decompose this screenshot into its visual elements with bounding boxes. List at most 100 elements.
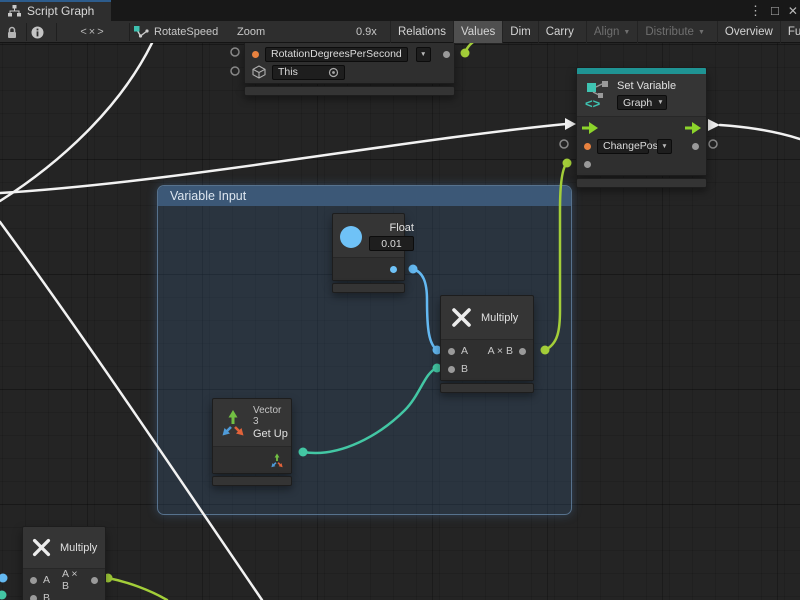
focused-tab-indicator [0,0,111,2]
zoom-label: Zoom [237,26,265,38]
value-input-port[interactable] [584,161,591,168]
align-dropdown[interactable]: Align ▼ [586,21,638,43]
node-title: Multiply [481,312,518,324]
target-field[interactable]: This [272,65,345,80]
input-b-label: B [43,592,50,600]
node-type-label: Vector 3 [253,405,288,427]
node-get-up[interactable]: Vector 3 Get Up [212,398,292,486]
group-header[interactable]: Variable Input [158,186,571,206]
output-label: A × B [488,345,513,357]
wire-white-top-left[interactable] [0,43,152,201]
tab-script-graph[interactable]: Script Graph [0,0,111,21]
variable-port[interactable] [584,143,591,150]
variable-port[interactable] [252,51,259,58]
node-set-variable[interactable]: <> Set Variable Graph ▼ [576,67,707,188]
toolbar-buttons: Relations Values Dim Carry Align ▼ Distr… [390,21,800,43]
wire-endpoint [461,49,470,58]
input-a-port[interactable] [30,577,37,584]
wire-endpoint [0,591,7,600]
vector3-output-port[interactable] [270,453,284,468]
wire-green-multiply2-out[interactable] [108,578,167,600]
get-variable-name-row: RotationDegreesPerSecond ▼ [245,45,454,63]
zoom-value: 0.9x [356,26,377,38]
values-button[interactable]: Values [453,21,502,43]
graph-breadcrumb[interactable]: RotateSpeed [134,21,218,43]
distribute-dropdown[interactable]: Distribute ▼ [637,21,712,43]
flow-input-arrow[interactable] [582,122,598,134]
port-ring[interactable] [560,140,568,148]
input-b-port[interactable] [448,366,455,373]
window-maximize-icon[interactable]: □ [771,3,779,18]
graph-toolbar: <×> RotateSpeed Zoom 0.9x Relations [0,21,800,43]
node-title: Set Variable [617,80,676,92]
code-preview-button[interactable]: <×> [60,21,126,43]
carry-button[interactable]: Carry [538,21,581,43]
node-footer [332,283,405,293]
float-output-row [333,260,404,278]
input-a-port[interactable] [448,348,455,355]
svg-text:<>: <> [585,96,601,109]
output-port[interactable] [91,577,98,584]
object-picker-icon[interactable] [328,67,339,78]
node-footer [576,178,707,188]
flow-output-arrow[interactable] [685,122,701,134]
node-title: Multiply [60,542,97,554]
lock-icon [6,26,18,39]
dim-button[interactable]: Dim [502,21,537,43]
wire-white-from-set-variable[interactable] [720,125,800,139]
output-port[interactable] [519,348,526,355]
input-b-label: B [461,363,468,375]
output-label: A × B [62,568,85,592]
window-menu-icon[interactable]: ⋮ [749,3,762,19]
chevron-down-icon: ▼ [657,99,663,106]
float-value-field[interactable]: 0.01 [369,236,414,251]
graph-hierarchy-icon [8,5,21,17]
value-output-port[interactable] [692,143,699,150]
variable-name-dropdown[interactable]: RotationDegreesPerSecond [265,47,408,62]
multiply-row-b: B [441,360,533,378]
input-b-port[interactable] [30,595,37,600]
multiply-icon [449,305,474,330]
node-multiply-2[interactable]: Multiply A A × B B [22,526,106,600]
variable-name-dropdown[interactable]: ChangePos [597,139,649,154]
flow-arrowhead-out-of-set-variable [708,119,720,131]
wire-endpoint [0,574,8,583]
lock-button[interactable] [6,21,18,43]
node-title: Float [369,222,414,234]
node-multiply[interactable]: Multiply A A × B B [440,295,534,393]
dropdown-arrow-button[interactable]: ▼ [416,47,431,62]
multiply-row-a: A A × B [23,571,105,589]
port-ring[interactable] [709,140,717,148]
value-output-port[interactable] [443,51,450,58]
script-graph-window: Script Graph ⋮ □ ✕ [0,0,800,600]
full-screen-button[interactable]: Full Screen [780,21,800,43]
get-variable-target-row: This [245,63,454,81]
multiply-icon [30,536,53,559]
float-output-port[interactable] [390,266,397,273]
dropdown-arrow-button[interactable]: ▼ [657,139,672,154]
graph-canvas[interactable]: Variable Input [0,43,800,600]
gameobject-cube-icon [252,65,266,79]
variable-scope-dropdown[interactable]: Graph ▼ [617,95,667,110]
node-title: Get Up [253,428,288,440]
window-close-icon[interactable]: ✕ [788,4,798,18]
variables-icon: <> [585,81,610,109]
info-button[interactable] [31,21,44,43]
value-input-row [577,155,706,173]
graph-asset-icon [134,26,149,39]
chevron-down-icon: ▼ [623,29,630,36]
getup-output-row [213,449,291,471]
relations-button[interactable]: Relations [390,21,453,43]
tab-bar: Script Graph ⋮ □ ✕ [0,0,800,21]
flow-arrowhead-into-set-variable [565,118,576,130]
node-get-variable[interactable]: RotationDegreesPerSecond ▼ This [244,43,455,96]
node-float-literal[interactable]: Float 0.01 [332,213,405,293]
port-ring[interactable] [231,48,239,56]
port-ring[interactable] [231,67,239,75]
graph-name-label: RotateSpeed [154,26,218,38]
overview-button[interactable]: Overview [717,21,780,43]
group-title: Variable Input [170,189,246,203]
wire-green-get-variable-out[interactable] [465,43,476,53]
wire-white-to-set-variable[interactable] [0,124,566,193]
flow-row [577,119,706,137]
